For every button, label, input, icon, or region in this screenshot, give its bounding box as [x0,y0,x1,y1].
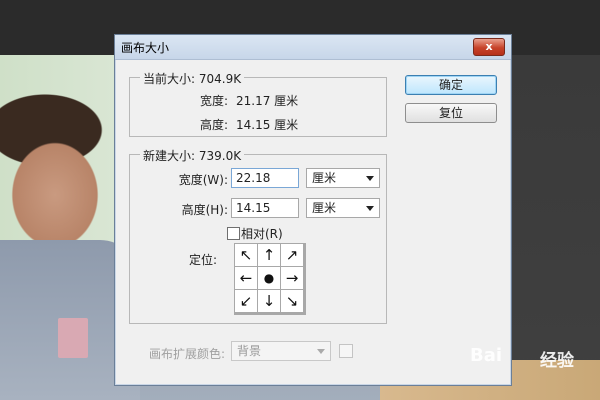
background-photo-pocket [58,318,88,358]
extension-color-label: 画布扩展颜色: [149,347,226,361]
anchor-left[interactable]: ← [235,267,257,289]
current-height-value: 14.15 厘米 [236,118,299,132]
relative-label[interactable]: 相对(R) [241,225,283,242]
anchor-center[interactable]: ● [258,267,280,289]
close-button[interactable]: x [473,38,505,56]
anchor-right[interactable]: → [281,267,303,289]
height-unit-value: 厘米 [312,201,337,215]
extension-color-value: 背景 [237,344,262,358]
anchor-top[interactable]: ↑ [258,244,280,266]
current-width-value: 21.17 厘米 [236,94,299,108]
baidu-watermark: Bai 经验 [470,340,600,380]
current-size-group: 当前大小: 704.9K 宽度: 21.17 厘米 高度: 14.15 厘米 [129,70,387,137]
current-width-label: 宽度: [200,94,229,108]
anchor-top-right[interactable]: ↗ [281,244,303,266]
anchor-bottom-left[interactable]: ↙ [235,290,257,312]
width-unit-select[interactable]: 厘米 [306,168,380,188]
height-input[interactable]: 14.15 [231,198,299,218]
chevron-down-icon [317,349,325,354]
reset-button[interactable]: 复位 [405,103,497,123]
height-unit-select[interactable]: 厘米 [306,198,380,218]
new-width-label: 宽度(W): [178,173,228,187]
anchor-bottom[interactable]: ↓ [258,290,280,312]
relative-checkbox[interactable] [227,227,240,240]
anchor-label: 定位: [188,253,217,267]
new-size-label: 新建大小: 739.0K [140,147,245,164]
current-size-label: 当前大小: 704.9K [140,70,245,87]
dialog-title: 画布大小 [121,41,170,55]
width-unit-value: 厘米 [312,171,337,185]
anchor-top-left[interactable]: ↖ [235,244,257,266]
close-icon: x [485,40,493,53]
anchor-bottom-right[interactable]: ↘ [281,290,303,312]
anchor-grid: ↖ ↑ ↗ ← ● → ↙ ↓ ↘ [234,243,306,315]
extension-color-select[interactable]: 背景 [231,341,331,361]
width-input[interactable]: 22.18 [231,168,299,188]
chevron-down-icon [366,206,374,211]
ok-button[interactable]: 确定 [405,75,497,95]
watermark-brand: Bai [470,345,503,366]
chevron-down-icon [366,176,374,181]
current-height-label: 高度: [200,118,229,132]
canvas-size-dialog: 画布大小 x 当前大小: 704.9K 宽度: 21.17 厘米 高度: 14.… [114,34,512,386]
watermark-jingyan: 经验 [540,351,574,371]
new-height-label: 高度(H): [181,203,228,217]
dialog-titlebar[interactable]: 画布大小 x [115,35,511,60]
extension-color-swatch[interactable] [339,344,353,358]
